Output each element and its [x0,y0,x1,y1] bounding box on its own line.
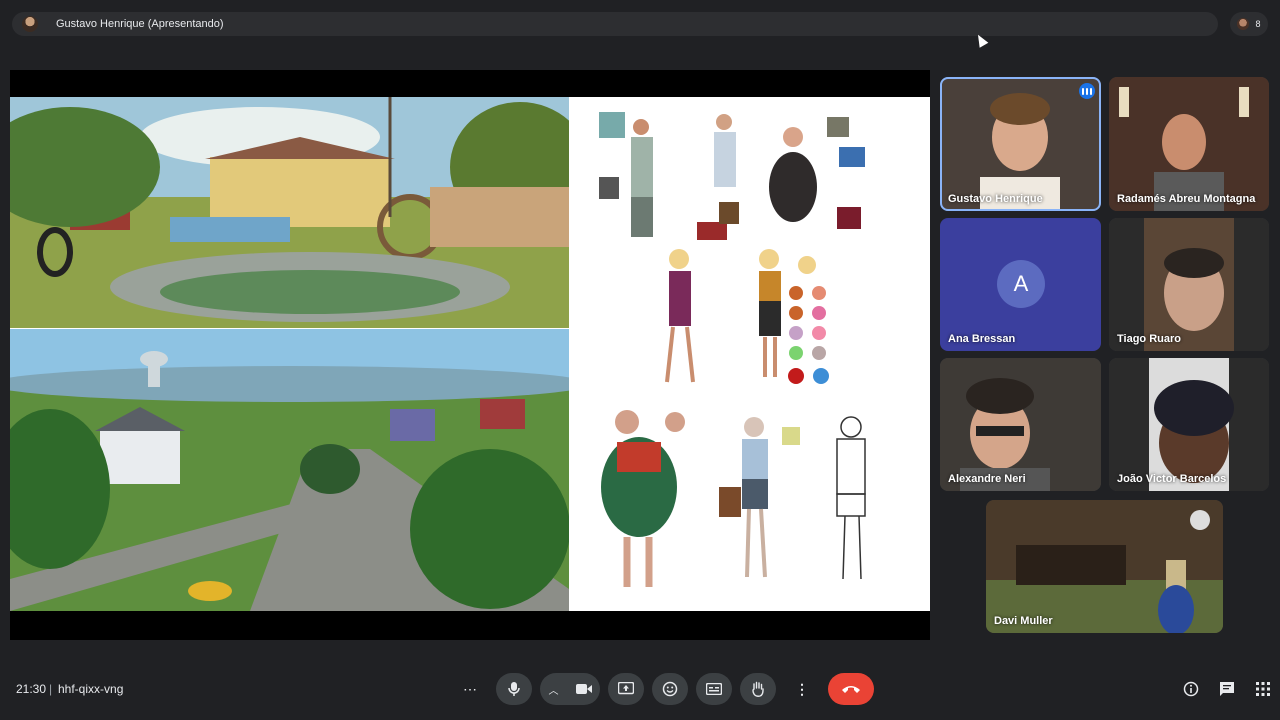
participant-tile-gustavo[interactable]: Gustavo Henrique [940,77,1101,211]
participant-name: Radamés Abreu Montagna [1117,193,1256,205]
presenter-avatar [22,16,38,32]
more-options-button[interactable]: ⋯ [452,673,488,705]
camera-button[interactable]: ︿ [540,673,600,705]
chat-icon [1220,682,1234,696]
participant-name: Alexandre Neri [948,473,1026,485]
participants-button[interactable]: 8 [1230,12,1268,36]
captions-button[interactable] [696,673,732,705]
call-controls: ⋯ ︿ ⋮ [452,673,874,705]
participant-video [940,77,1101,211]
presentation-slide [10,97,930,611]
reactions-button[interactable] [652,673,688,705]
emoji-icon [662,681,678,697]
bar-divider: | [49,682,53,696]
participant-video [1109,358,1269,491]
participant-tile-tiago[interactable]: Tiago Ruaro [1109,218,1269,351]
character-sheet [569,97,930,611]
raise-hand-button[interactable] [740,673,776,705]
participant-name: Tiago Ruaro [1117,333,1181,345]
backyard-illustration [10,97,569,328]
participants-count: 8 [1255,19,1261,29]
participant-face-icon [1237,18,1250,30]
participant-name: Ana Bressan [948,333,1016,345]
microphone-button[interactable] [496,673,532,705]
captions-icon [706,683,722,695]
participant-video [986,500,1223,633]
chevron-up-icon[interactable]: ︿ [549,682,559,697]
meeting-info-button[interactable] [1180,678,1202,700]
participant-tile-joao[interactable]: João Victor Barcelos [1109,358,1269,491]
presenter-label: Gustavo Henrique (Apresentando) [56,18,224,30]
more-actions-button[interactable]: ⋮ [784,673,820,705]
participant-tile-radames[interactable]: Radamés Abreu Montagna [1109,77,1269,211]
participant-tile-alexandre[interactable]: Alexandre Neri [940,358,1101,491]
participant-video [1109,77,1269,211]
camera-icon [575,684,592,694]
presenter-bar[interactable]: Gustavo Henrique (Apresentando) [12,12,1218,36]
avatar: A [997,260,1045,308]
present-screen-button[interactable] [608,673,644,705]
microphone-icon [508,682,520,696]
participant-video [1109,218,1269,351]
participant-name: Gustavo Henrique [948,193,1043,205]
present-screen-icon [618,682,634,695]
chat-button[interactable] [1216,678,1238,700]
town-illustration [10,329,569,611]
presentation-stage [10,70,930,640]
meeting-code: hhf-qixx-vng [58,682,124,696]
speaking-indicator-icon [1079,83,1095,99]
right-tools [1180,678,1274,700]
grid-icon [1256,682,1270,696]
ellipsis-icon: ⋯ [463,680,477,697]
activities-button[interactable] [1252,678,1274,700]
participant-name: João Victor Barcelos [1117,473,1227,485]
phone-hangup-icon [842,686,860,693]
leave-call-button[interactable] [828,673,874,705]
participant-tile-ana[interactable]: A Ana Bressan [940,218,1101,351]
info-icon [1183,681,1199,697]
vertical-dots-icon: ⋮ [795,680,809,697]
participant-name: Davi Muller [994,615,1053,627]
meeting-clock: 21:30 [16,682,47,696]
hand-icon [752,681,764,697]
participant-video [940,358,1101,491]
participant-tile-davi[interactable]: Davi Muller [986,500,1223,633]
